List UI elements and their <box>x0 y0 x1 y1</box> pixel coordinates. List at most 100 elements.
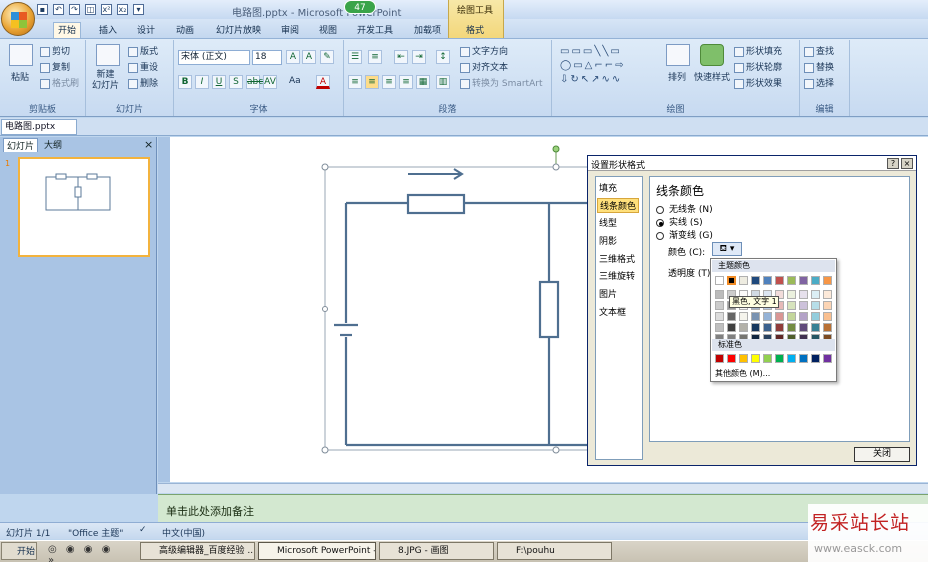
theme-color-swatch[interactable] <box>739 323 748 332</box>
standard-color-swatch[interactable] <box>787 354 796 363</box>
resistor-middle[interactable] <box>538 280 560 339</box>
theme-color-swatch[interactable] <box>799 276 808 285</box>
nav-line-style[interactable]: 线型 <box>599 216 617 229</box>
theme-color-swatch[interactable] <box>763 323 772 332</box>
new-slide-icon[interactable] <box>96 44 120 66</box>
dialog-close-button[interactable]: 关闭 <box>854 447 910 462</box>
decrease-indent-icon[interactable]: ⇤ <box>394 50 408 64</box>
nav-3d-format[interactable]: 三维格式 <box>599 252 635 265</box>
close-pane-icon[interactable]: × <box>141 138 156 151</box>
standard-color-swatch[interactable] <box>799 354 808 363</box>
theme-color-swatch[interactable] <box>763 276 772 285</box>
theme-color-swatch[interactable] <box>799 301 808 310</box>
theme-color-swatch[interactable] <box>775 276 784 285</box>
theme-color-swatch[interactable] <box>787 323 796 332</box>
theme-color-swatch[interactable] <box>799 290 808 299</box>
shadow-icon[interactable]: S <box>229 75 243 89</box>
font-size-combo[interactable]: 18 <box>252 50 282 65</box>
shape-fill-button[interactable]: 形状填充 <box>734 44 782 57</box>
taskbar-item-paint[interactable]: 8.JPG - 画图 <box>379 542 494 560</box>
theme-color-swatch[interactable] <box>823 276 832 285</box>
tab-slides[interactable]: 幻灯片 <box>3 138 39 152</box>
theme-color-swatch[interactable] <box>715 312 724 321</box>
theme-color-swatch[interactable] <box>787 290 796 299</box>
theme-color-swatch[interactable] <box>751 312 760 321</box>
justify-icon[interactable]: ≡ <box>399 75 413 89</box>
italic-icon[interactable]: I <box>195 75 209 89</box>
close-x-button[interactable]: × <box>901 158 913 169</box>
radio-solid-line[interactable]: 实线 (S) <box>656 215 703 228</box>
tab-developer[interactable]: 开发工具 <box>357 22 393 38</box>
nav-line-color[interactable]: 线条颜色 <box>597 198 640 213</box>
theme-color-swatch[interactable] <box>811 276 820 285</box>
tab-outline[interactable]: 大纲 <box>41 138 65 151</box>
radio-no-line[interactable]: 无线条 (N) <box>656 202 713 215</box>
customize-qat-icon[interactable]: ▾ <box>133 4 144 15</box>
save-icon[interactable]: ▪ <box>37 4 48 15</box>
tab-design[interactable]: 设计 <box>137 22 155 38</box>
reset-button[interactable]: 重设 <box>128 60 158 73</box>
select-button[interactable]: 选择 <box>804 76 834 89</box>
font-color-icon[interactable]: A <box>316 75 330 89</box>
paste-button[interactable]: 粘贴 <box>11 70 29 83</box>
standard-color-swatch[interactable] <box>715 354 724 363</box>
theme-color-swatch[interactable] <box>739 312 748 321</box>
start-button[interactable]: 开始 <box>1 542 37 560</box>
replace-button[interactable]: 替换 <box>804 60 834 73</box>
theme-color-swatch[interactable] <box>799 312 808 321</box>
theme-color-swatch[interactable] <box>811 312 820 321</box>
grow-font-icon[interactable]: A <box>286 50 300 64</box>
standard-color-swatch[interactable] <box>751 354 760 363</box>
bullets-icon[interactable]: ☰ <box>348 50 362 64</box>
theme-color-swatch[interactable] <box>775 312 784 321</box>
font-name-combo[interactable]: 宋体 (正文) <box>178 50 250 65</box>
strikethrough-icon[interactable]: abc <box>246 75 263 89</box>
tab-review[interactable]: 审阅 <box>281 22 299 38</box>
tab-animation[interactable]: 动画 <box>176 22 194 38</box>
office-button[interactable] <box>1 2 35 36</box>
tab-insert[interactable]: 插入 <box>99 22 117 38</box>
tab-slideshow[interactable]: 幻灯片放映 <box>216 22 261 38</box>
subscript-icon[interactable]: x₂ <box>117 4 128 15</box>
nav-picture[interactable]: 图片 <box>599 287 617 300</box>
underline-icon[interactable]: U <box>212 75 226 89</box>
theme-color-swatch[interactable] <box>715 276 724 285</box>
standard-color-swatch[interactable] <box>763 354 772 363</box>
theme-color-swatch[interactable] <box>823 312 832 321</box>
redo-icon[interactable]: ↷ <box>69 4 80 15</box>
slide-thumbnail[interactable] <box>18 157 150 257</box>
theme-color-swatch[interactable] <box>787 301 796 310</box>
text-direction-button[interactable]: 文字方向 <box>460 44 508 57</box>
quick-launch[interactable]: ◎ ◉ ◉ ◉ » <box>48 544 128 562</box>
find-button[interactable]: 查找 <box>804 44 834 57</box>
document-tab[interactable]: 电路图.pptx <box>1 119 77 135</box>
delete-slide-button[interactable]: 删除 <box>128 76 158 89</box>
tab-format[interactable]: 格式 <box>466 22 484 38</box>
standard-color-swatch[interactable] <box>775 354 784 363</box>
new-slide-button[interactable]: 新建 幻灯片 <box>92 70 119 92</box>
theme-color-swatch[interactable] <box>715 323 724 332</box>
standard-color-swatch[interactable] <box>739 354 748 363</box>
theme-color-swatch[interactable] <box>727 276 736 285</box>
format-painter-button[interactable]: 格式刷 <box>40 76 79 89</box>
resistor-top[interactable] <box>406 193 466 215</box>
theme-color-swatch[interactable] <box>775 323 784 332</box>
theme-color-swatch[interactable] <box>715 290 724 299</box>
nav-3d-rotation[interactable]: 三维旋转 <box>599 269 635 282</box>
cut-button[interactable]: 剪切 <box>40 44 70 57</box>
theme-color-swatch[interactable] <box>727 323 736 332</box>
theme-color-swatch[interactable] <box>715 301 724 310</box>
help-button[interactable]: ? <box>887 158 899 169</box>
numbering-icon[interactable]: ≡ <box>368 50 382 64</box>
align-center-icon[interactable]: ≡ <box>365 75 379 89</box>
tab-view[interactable]: 视图 <box>319 22 337 38</box>
theme-color-swatch[interactable] <box>823 290 832 299</box>
taskbar-item-folder[interactable]: F:\pouhu <box>497 542 612 560</box>
paste-icon[interactable] <box>9 44 33 66</box>
superscript-icon[interactable]: x² <box>101 4 112 15</box>
align-text-button[interactable]: 对齐文本 <box>460 60 508 73</box>
theme-color-swatch[interactable] <box>727 312 736 321</box>
align-left-icon[interactable]: ≡ <box>348 75 362 89</box>
undo-icon[interactable]: ↶ <box>53 4 64 15</box>
line-spacing-icon[interactable]: ↕ <box>436 50 450 64</box>
